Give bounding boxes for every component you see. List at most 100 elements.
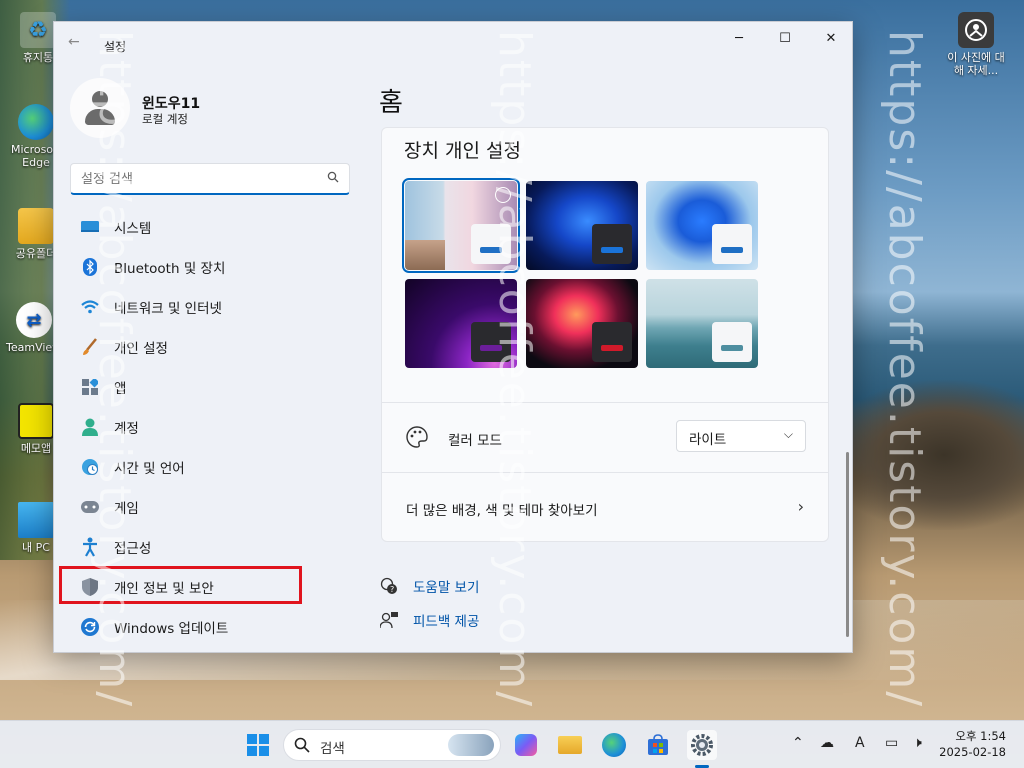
accent-bar: [601, 247, 623, 253]
shield-icon: [80, 577, 100, 597]
taskbar: 검색 ⌃ ☁ A ▭ 🕨 오후 1:54 2025-02-18: [0, 720, 1024, 768]
maximize-icon: ☐: [779, 30, 791, 46]
edge-button[interactable]: [599, 730, 629, 760]
desktop-icon-label: 메모앱: [20, 442, 52, 455]
scrollbar[interactable]: [846, 452, 849, 637]
update-icon: [80, 617, 100, 637]
theme-landscape-shape: [405, 240, 445, 270]
theme-preview-chip: [471, 322, 511, 362]
edge-icon: [18, 104, 54, 140]
gamepad-icon: [80, 497, 100, 517]
sidebar-item-windows-update[interactable]: Windows 업데이트: [70, 607, 354, 647]
start-button[interactable]: [243, 730, 273, 760]
accent-bar: [480, 247, 502, 253]
clock-time: 오후 1:54: [955, 729, 1006, 743]
more-themes-link: 더 많은 배경, 색 및 테마 찾아보기: [406, 503, 598, 519]
theme-preview-chip: [592, 322, 632, 362]
search-icon: [294, 737, 310, 753]
color-mode-label: 컬러 모드: [448, 433, 502, 449]
minimize-button[interactable]: ─: [716, 22, 762, 54]
chevron-up-icon[interactable]: ⌃: [792, 735, 804, 751]
help-link-row[interactable]: ? 도움말 보기: [379, 574, 479, 598]
edge-icon: [602, 733, 626, 757]
palette-icon: [406, 426, 428, 448]
system-icon: [80, 217, 100, 237]
search-icon: [327, 171, 339, 183]
sidebar-item-system[interactable]: 시스템: [70, 207, 354, 247]
theme-preview-chip: [712, 322, 752, 362]
theme-flow[interactable]: [526, 279, 638, 368]
file-explorer-button[interactable]: [555, 730, 585, 760]
back-arrow-icon[interactable]: ←: [68, 34, 80, 50]
accessibility-icon: [80, 537, 100, 557]
sidebar-item-bluetooth[interactable]: Bluetooth 및 장치: [70, 247, 354, 287]
onedrive-icon[interactable]: ☁: [820, 735, 834, 751]
sidebar-item-label: Bluetooth 및 장치: [114, 261, 226, 277]
rocks-background: [824, 380, 1024, 530]
sidebar-item-privacy-security[interactable]: 개인 정보 및 보안: [70, 567, 354, 607]
svg-text:?: ?: [390, 585, 394, 594]
network-icon[interactable]: ▭: [885, 735, 898, 751]
close-icon: ✕: [825, 30, 837, 46]
sidebar-item-gaming[interactable]: 게임: [70, 487, 354, 527]
sidebar-item-time-language[interactable]: 시간 및 언어: [70, 447, 354, 487]
monitor-icon: [18, 502, 54, 538]
more-themes-row[interactable]: 더 많은 배경, 색 및 테마 찾아보기 ›: [382, 473, 828, 541]
volume-muted-icon[interactable]: 🕨: [913, 735, 922, 751]
copilot-icon: [515, 734, 537, 756]
store-button[interactable]: [643, 730, 673, 760]
desktop-icon-label: 내 PC: [22, 541, 50, 554]
wifi-icon: [80, 297, 100, 317]
theme-sea[interactable]: [646, 279, 758, 368]
feedback-link: 피드백 제공: [413, 614, 480, 630]
accent-bar: [721, 345, 743, 351]
desktop-icon-label: 휴지통: [22, 51, 54, 64]
sidebar-item-label: 접근성: [114, 541, 152, 557]
help-link: 도움말 보기: [413, 580, 480, 596]
settings-taskbar-button[interactable]: [687, 730, 717, 760]
copilot-button[interactable]: [511, 730, 541, 760]
theme-bloom-dark[interactable]: [526, 181, 638, 270]
theme-spring[interactable]: [402, 178, 520, 273]
color-mode-dropdown[interactable]: 라이트 ⌵: [676, 420, 806, 452]
theme-preview-chip: [471, 224, 511, 264]
window-title: 설정: [104, 40, 127, 54]
slideshow-icon: [495, 187, 511, 203]
maximize-button[interactable]: ☐: [762, 22, 808, 54]
settings-search-box[interactable]: [70, 163, 350, 195]
card-title: 장치 개인 설정: [404, 140, 521, 162]
desktop-icon-label: 이 사진에 대해 자세...: [947, 51, 1005, 77]
feedback-link-row[interactable]: 피드백 제공: [379, 608, 479, 632]
desktop-icon-photo-info[interactable]: 이 사진에 대해 자세...: [944, 12, 1008, 77]
theme-bloom-light[interactable]: [646, 181, 758, 270]
clock[interactable]: 오후 1:54 2025-02-18: [939, 728, 1006, 760]
bluetooth-icon: [80, 257, 100, 277]
folder-icon: [18, 208, 54, 244]
taskbar-search-label: 검색: [320, 741, 345, 757]
sidebar-item-accessibility[interactable]: 접근성: [70, 527, 354, 567]
sidebar-item-label: 네트워크 및 인터넷: [114, 301, 222, 317]
theme-preview-chip: [592, 224, 632, 264]
theme-preview-chip: [712, 224, 752, 264]
clock-date: 2025-02-18: [939, 745, 1006, 759]
teamviewer-icon: ⇄: [16, 302, 52, 338]
chevron-right-icon: ›: [797, 497, 804, 516]
brush-icon: [80, 337, 100, 357]
settings-window: ← 설정 ─ ☐ ✕ 윈도우11 로컬 계정 시스템 Bluetooth 및 장…: [53, 21, 853, 653]
user-name: 윈도우11: [142, 96, 201, 112]
search-input[interactable]: [81, 169, 317, 189]
theme-glow[interactable]: [405, 279, 517, 368]
taskbar-search[interactable]: 검색: [283, 729, 501, 761]
divider: [382, 402, 828, 403]
sidebar-item-network[interactable]: 네트워크 및 인터넷: [70, 287, 354, 327]
sidebar-item-label: 시간 및 언어: [114, 461, 185, 477]
minimize-icon: ─: [735, 30, 743, 46]
input-indicator[interactable]: A: [855, 735, 865, 751]
windows-logo-icon: [247, 734, 269, 756]
sidebar-item-label: 게임: [114, 501, 139, 517]
sidebar-item-accounts[interactable]: 계정: [70, 407, 354, 447]
close-button[interactable]: ✕: [808, 22, 852, 54]
sidebar-item-apps[interactable]: 앱: [70, 367, 354, 407]
memo-icon: [18, 403, 54, 439]
sidebar-item-personalization[interactable]: 개인 설정: [70, 327, 354, 367]
